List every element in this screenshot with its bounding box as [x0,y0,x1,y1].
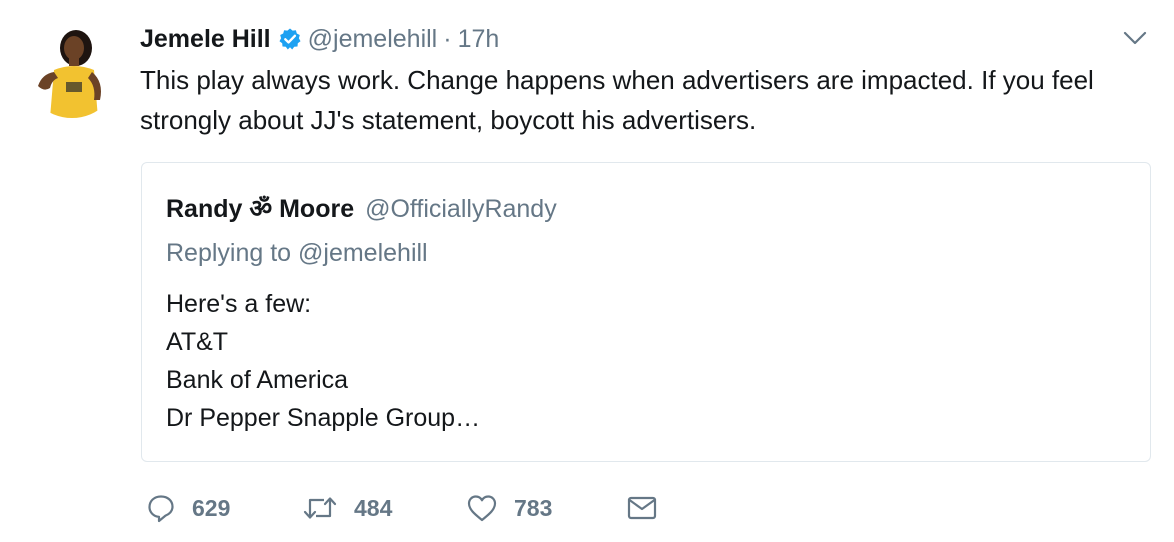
direct-message-button[interactable] [626,488,658,528]
retweet-count: 484 [354,494,393,521]
quoted-tweet-header: Randy ॐ Moore @OfficiallyRandy [166,191,557,225]
quoted-line: Here's a few: [166,290,312,318]
avatar-image [24,22,120,118]
reply-icon [146,493,176,523]
chevron-down-icon[interactable] [1122,28,1148,48]
separator-dot: · [443,24,452,53]
tweet-timestamp[interactable]: 17h [458,25,500,54]
quoted-author-name: Randy ॐ Moore [166,195,355,223]
tweet-header: Jemele Hill @jemelehill · 17h [140,22,499,56]
quoted-author-handle: @OfficiallyRandy [365,195,557,223]
quoted-tweet[interactable]: Randy ॐ Moore @OfficiallyRandy Replying … [141,162,1151,462]
author-name[interactable]: Jemele Hill [140,25,271,54]
retweet-icon [302,493,338,523]
reply-button[interactable]: 629 [146,488,230,528]
envelope-icon [626,493,658,523]
quoted-line: AT&T [166,328,229,356]
like-button[interactable]: 783 [466,488,552,528]
author-avatar[interactable] [24,22,120,118]
replying-to: Replying to @jemelehill [166,239,428,267]
quoted-line: Bank of America [166,366,349,394]
verified-badge-icon [278,27,302,51]
author-handle[interactable]: @jemelehill [308,25,438,54]
reply-count: 629 [192,494,231,521]
retweet-button[interactable]: 484 [302,488,392,528]
like-count: 783 [514,494,553,521]
heart-icon [466,493,498,523]
tweet-text: This play always work. Change happens wh… [140,65,1094,135]
tweet-actions: 629 484 783 [140,488,740,528]
quoted-tweet-text: Here's a few: AT&T Bank of America Dr Pe… [166,285,480,437]
quoted-line: Dr Pepper Snapple Group… [166,404,481,432]
